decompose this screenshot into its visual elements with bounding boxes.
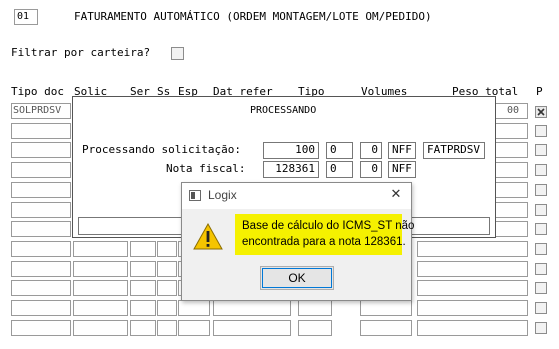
row-checkbox[interactable]	[535, 243, 547, 255]
grid-cell[interactable]	[11, 261, 71, 277]
grid-cell[interactable]	[73, 280, 128, 296]
col-header-p: P	[536, 85, 543, 98]
grid-cell[interactable]	[11, 182, 71, 198]
grid-cell[interactable]	[157, 261, 177, 277]
grid-cell[interactable]	[417, 320, 528, 336]
row-checkbox[interactable]	[535, 322, 547, 334]
grid-cell[interactable]	[417, 280, 528, 296]
grid-cell[interactable]	[417, 261, 528, 277]
processing-title: PROCESSANDO	[250, 105, 317, 116]
row-checkbox[interactable]	[535, 204, 547, 216]
solicitacao-number-field[interactable]: 100	[263, 142, 319, 159]
grid-cell[interactable]	[178, 320, 210, 336]
grid-cell[interactable]	[298, 320, 332, 336]
grid-cell[interactable]	[298, 300, 332, 316]
grid-cell[interactable]	[157, 280, 177, 296]
grid-cell[interactable]	[360, 300, 412, 316]
first-row-delete-checkbox[interactable]	[535, 106, 547, 118]
nota-fiscal-label: Nota fiscal:	[166, 162, 246, 175]
grid-cell[interactable]	[11, 320, 71, 336]
dialog-title: Logix	[208, 188, 237, 202]
solicitacao-field-a[interactable]: 0	[326, 142, 353, 159]
row-checkbox[interactable]	[535, 164, 547, 176]
close-icon[interactable]: ✕	[386, 186, 406, 204]
grid-cell[interactable]	[213, 300, 291, 316]
row-checkbox[interactable]	[535, 125, 547, 137]
row-checkbox[interactable]	[535, 184, 547, 196]
first-row-peso-total: 00	[507, 105, 520, 116]
nota-field-a[interactable]: 0	[326, 161, 353, 178]
dialog-title-bar[interactable]: Logix ✕	[182, 183, 411, 209]
first-row-tipo-doc: SOLPRDSV	[13, 105, 62, 116]
grid-cell[interactable]	[11, 123, 71, 139]
screen-code-field[interactable]: 01	[14, 9, 38, 25]
ok-button-label: OK	[288, 271, 306, 285]
filter-checkbox[interactable]	[171, 47, 184, 60]
warning-icon	[193, 223, 223, 250]
solicitacao-label: Processando solicitação:	[82, 143, 241, 156]
grid-cell[interactable]	[11, 202, 71, 218]
grid-cell[interactable]	[157, 300, 177, 316]
nota-fiscal-number-field[interactable]: 128361	[263, 161, 319, 178]
solicitacao-field-b[interactable]: 0	[360, 142, 382, 159]
grid-cell[interactable]	[417, 241, 528, 257]
filter-label: Filtrar por carteira?	[11, 46, 151, 59]
dialog-message-line-2: encontrada para a nota 128361.	[242, 236, 406, 248]
nota-field-b[interactable]: 0	[360, 161, 382, 178]
grid-cell[interactable]	[73, 261, 128, 277]
row-checkbox[interactable]	[535, 302, 547, 314]
row-checkbox[interactable]	[535, 223, 547, 235]
grid-cell[interactable]	[417, 300, 528, 316]
grid-cell[interactable]	[11, 142, 71, 158]
page-title: FATURAMENTO AUTOMÁTICO (ORDEM MONTAGEM/L…	[74, 10, 432, 23]
dialog-message-line-1: Base de cálculo do ICMS_ST não	[242, 220, 415, 232]
col-header-tipo-doc: Tipo doc	[11, 85, 64, 98]
grid-cell[interactable]	[130, 300, 156, 316]
row-checkbox[interactable]	[535, 144, 547, 156]
grid-cell[interactable]	[157, 320, 177, 336]
grid-cell[interactable]	[11, 241, 71, 257]
nota-type-field[interactable]: NFF	[388, 161, 416, 178]
grid-cell[interactable]	[73, 320, 128, 336]
grid-cell[interactable]	[157, 241, 177, 257]
grid-cell[interactable]	[130, 261, 156, 277]
grid-cell[interactable]	[130, 320, 156, 336]
grid-cell[interactable]	[178, 300, 210, 316]
ok-button[interactable]: OK	[260, 266, 334, 290]
grid-cell[interactable]	[360, 320, 412, 336]
grid-cell[interactable]	[73, 241, 128, 257]
grid-cell[interactable]	[130, 280, 156, 296]
grid-cell[interactable]	[11, 300, 71, 316]
row-checkbox[interactable]	[535, 263, 547, 275]
x-mark-icon	[537, 108, 545, 116]
solicitacao-code-field[interactable]: FATPRDSV	[423, 142, 485, 159]
solicitacao-type-field[interactable]: NFF	[388, 142, 416, 159]
grid-cell[interactable]	[11, 280, 71, 296]
grid-cell[interactable]	[73, 300, 128, 316]
grid-cell[interactable]	[11, 221, 71, 237]
grid-cell[interactable]	[130, 241, 156, 257]
grid-cell[interactable]	[213, 320, 291, 336]
row-checkbox[interactable]	[535, 282, 547, 294]
app-window-icon	[189, 190, 201, 201]
logix-dialog: Logix ✕ Base de cálculo do ICMS_ST não e…	[181, 182, 415, 301]
grid-cell[interactable]	[11, 162, 71, 178]
